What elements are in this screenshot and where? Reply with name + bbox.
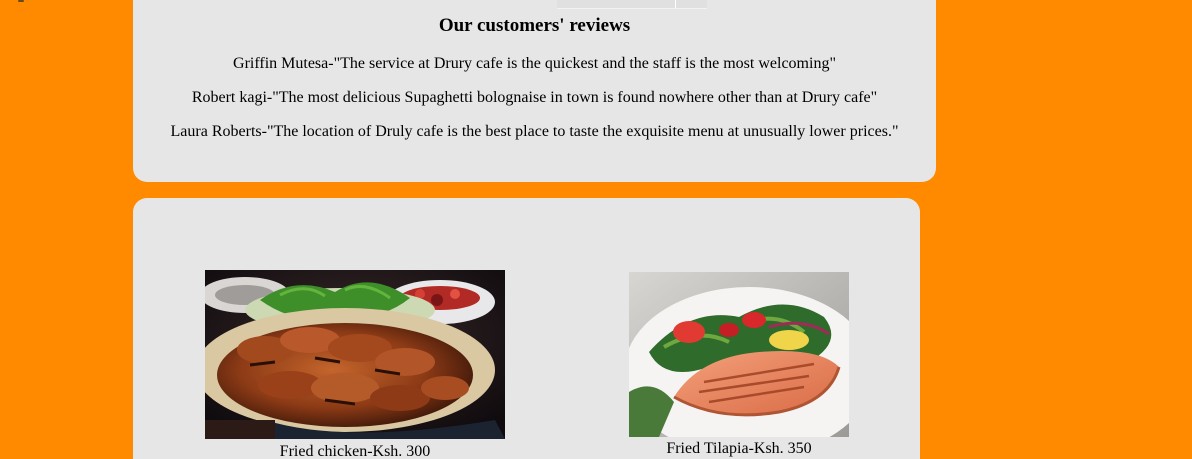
menu-item: Fried Tilapia-Ksh. 350 (629, 272, 849, 459)
page: Our customers' reviews Griffin Mutesa-"T… (0, 0, 1192, 459)
partial-input-widget[interactable] (557, 0, 707, 9)
reviews-heading: Our customers' reviews (438, 15, 631, 36)
fried-chicken-photo (205, 270, 505, 439)
review-text: Laura Roberts-"The location of Druly caf… (170, 123, 899, 140)
fried-tilapia-photo (629, 272, 849, 437)
menu-item-caption: Fried chicken-Ksh. 300 (279, 443, 431, 459)
menu-section: Fried chicken-Ksh. 300 Fried Tilapia-Ksh… (133, 198, 920, 459)
input-divider (675, 0, 676, 8)
reviews-section: Our customers' reviews Griffin Mutesa-"T… (133, 0, 936, 182)
menu-item: Fried chicken-Ksh. 300 (205, 270, 505, 459)
menu-item-caption: Fried Tilapia-Ksh. 350 (666, 440, 812, 457)
corner-fragment (18, 0, 24, 2)
review-text: Robert kagi-"The most delicious Supaghet… (191, 89, 878, 106)
review-text: Griffin Mutesa-"The service at Drury caf… (233, 55, 836, 72)
